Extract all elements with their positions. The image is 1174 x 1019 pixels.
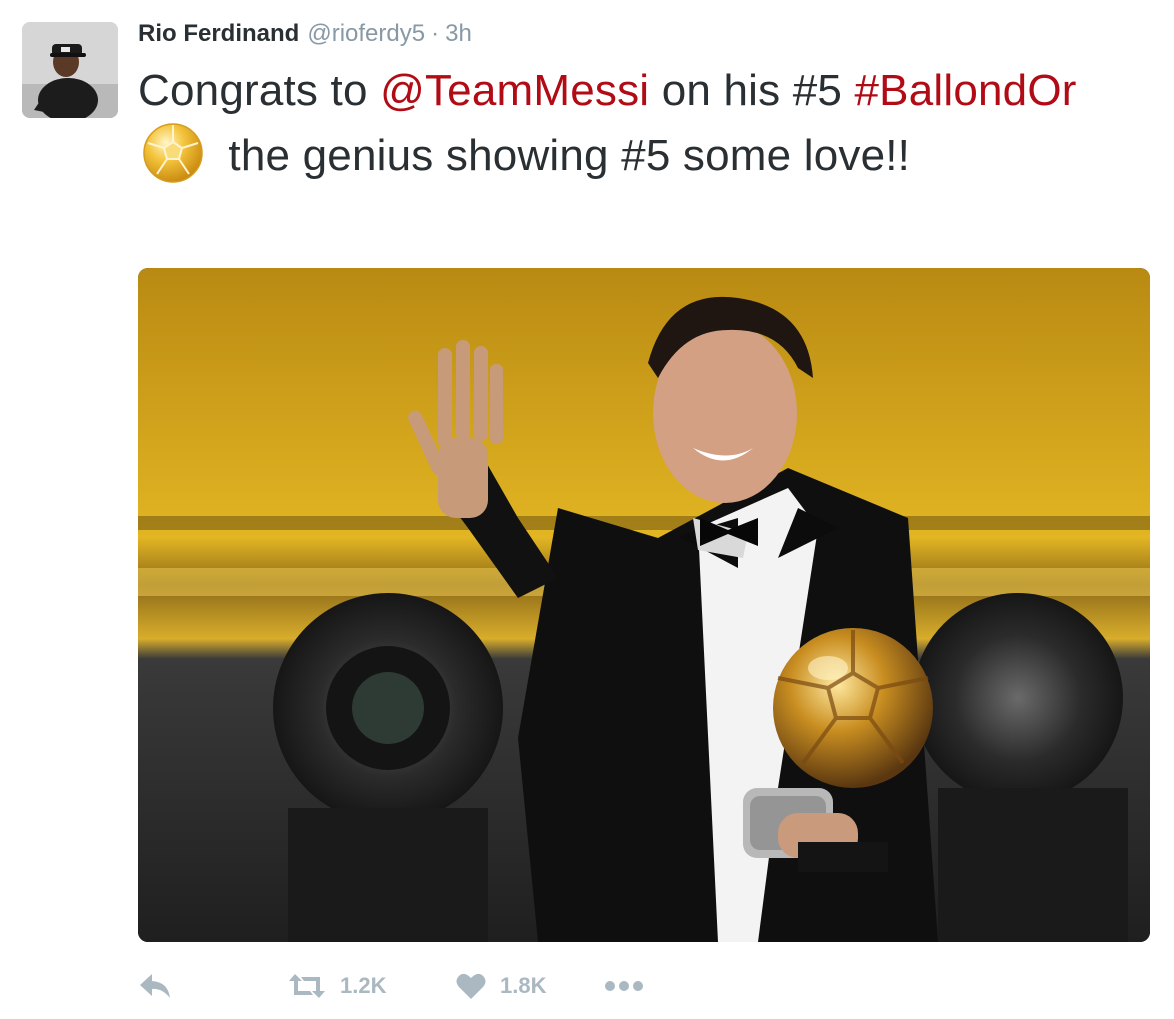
tweet-text-part: on his #5 bbox=[649, 66, 855, 115]
golden-ball-icon bbox=[142, 122, 204, 184]
retweet-icon bbox=[289, 974, 325, 998]
avatar-image bbox=[22, 22, 118, 118]
like-count: 1.8K bbox=[500, 973, 547, 998]
tweet-header: Rio Ferdinand @rioferdy5 · 3h bbox=[138, 20, 472, 52]
more-button[interactable] bbox=[604, 979, 644, 993]
author-handle[interactable]: @rioferdy5 bbox=[307, 20, 425, 48]
photo-image bbox=[138, 268, 1150, 942]
reply-icon bbox=[140, 974, 170, 998]
tweet-photo[interactable] bbox=[138, 268, 1150, 942]
more-dots-icon bbox=[605, 981, 643, 991]
tweet-actions: 1.2K 1.8K bbox=[138, 964, 644, 1008]
reply-button[interactable] bbox=[138, 972, 288, 1000]
tweet-text-part: the genius showing #5 some love!! bbox=[216, 131, 911, 180]
heart-icon bbox=[456, 973, 486, 999]
mention-link[interactable]: @TeamMessi bbox=[380, 66, 649, 115]
tweet-timestamp[interactable]: 3h bbox=[445, 20, 472, 48]
meta-separator: · bbox=[431, 20, 440, 47]
author-name[interactable]: Rio Ferdinand bbox=[138, 20, 299, 48]
retweet-count: 1.2K bbox=[340, 973, 387, 998]
tweet-text-part: Congrats to bbox=[138, 66, 381, 115]
tweet-text: Congrats to @TeamMessi on his #5 #Ballon… bbox=[138, 60, 1148, 187]
retweet-button[interactable]: 1.2K bbox=[288, 972, 456, 1000]
author-avatar[interactable] bbox=[22, 22, 118, 118]
hashtag-link[interactable]: #BallondOr bbox=[855, 66, 1077, 115]
like-button[interactable]: 1.8K bbox=[456, 972, 604, 1000]
